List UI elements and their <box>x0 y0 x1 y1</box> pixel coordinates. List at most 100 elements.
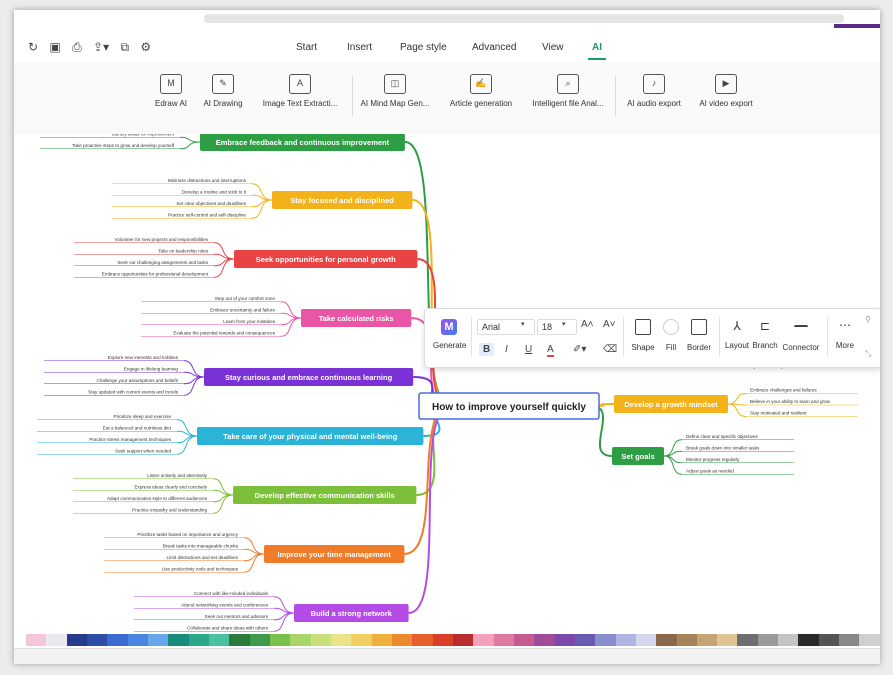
subtopic-label: Listen actively and attentively <box>147 473 207 478</box>
font-color-button[interactable]: A <box>547 344 554 357</box>
edraw-ai-button[interactable]: M Edraw AI <box>151 74 191 108</box>
pin-icon[interactable]: ⚲ <box>865 315 871 324</box>
ai-drawing-button[interactable]: ✎ AI Drawing <box>200 74 246 108</box>
underline-button[interactable]: U <box>525 344 532 355</box>
title-bar <box>14 10 880 36</box>
highlight-icon[interactable]: ✐▾ <box>573 344 586 355</box>
mind-map-canvas[interactable]: Embrace feedback and continuous improvem… <box>14 134 880 640</box>
tab-start[interactable]: Start <box>296 42 317 53</box>
ai-audio-export-button[interactable]: ♪ AI audio export <box>623 74 685 108</box>
color-swatch[interactable] <box>554 634 575 646</box>
subtopic-label: Seek out challenging assignments and tas… <box>117 260 208 265</box>
color-swatch[interactable] <box>351 634 372 646</box>
color-swatch[interactable] <box>493 634 514 646</box>
tab-advanced[interactable]: Advanced <box>472 42 516 53</box>
file-analysis-icon: ⌕ <box>557 74 579 94</box>
subtopic-label: Monitor progress regularly <box>686 457 740 462</box>
tab-insert[interactable]: Insert <box>347 42 372 53</box>
subtopic-label: Identify areas for improvement <box>112 134 175 136</box>
branch-topic-label: Stay focused and disciplined <box>291 196 395 205</box>
font-dropdown-icon[interactable]: ▾ <box>521 320 525 328</box>
color-swatch[interactable] <box>26 634 47 646</box>
color-swatch[interactable] <box>229 634 250 646</box>
color-swatch[interactable] <box>778 634 799 646</box>
color-swatch[interactable] <box>371 634 392 646</box>
export-icon[interactable]: ⇪▾ <box>93 40 109 54</box>
color-swatch[interactable] <box>107 634 128 646</box>
color-swatch[interactable] <box>127 634 148 646</box>
color-swatch[interactable] <box>249 634 270 646</box>
print-icon[interactable]: ⎙ <box>72 40 82 55</box>
color-swatch[interactable] <box>290 634 311 646</box>
branch-button[interactable]: ⊏ Branch <box>747 319 783 350</box>
color-swatch[interactable] <box>147 634 169 646</box>
color-swatch[interactable] <box>595 634 616 646</box>
bold-button[interactable]: B <box>479 343 495 356</box>
subtopic-label: Eat a balanced and nutritious diet <box>103 425 172 430</box>
color-swatch[interactable] <box>330 634 352 646</box>
color-swatch[interactable] <box>188 634 209 646</box>
font-size-select[interactable]: 18 <box>537 319 577 335</box>
format-painter-icon[interactable]: ⌫ <box>603 344 617 355</box>
ai-video-export-button[interactable]: ▶ AI video export <box>695 74 757 108</box>
subtopic-label: Express ideas clearly and concisely <box>134 484 207 489</box>
more-button[interactable]: ⋯ More <box>827 319 863 350</box>
color-swatch[interactable] <box>574 634 596 646</box>
color-swatch[interactable] <box>473 634 494 646</box>
color-swatch[interactable] <box>676 634 697 646</box>
branch-topic-label: Develop a growth mindset <box>624 400 718 409</box>
color-swatch[interactable] <box>818 634 840 646</box>
size-dropdown-icon[interactable]: ▾ <box>562 320 566 328</box>
tab-page-style[interactable]: Page style <box>400 42 447 53</box>
color-swatch[interactable] <box>656 634 677 646</box>
grow-font-button[interactable]: A˄ <box>581 319 594 330</box>
color-palette[interactable] <box>26 634 880 646</box>
color-swatch[interactable] <box>798 634 819 646</box>
color-swatch[interactable] <box>208 634 230 646</box>
subtopic-label: Practice self-control and self-disciplin… <box>168 212 247 217</box>
file-analysis-button[interactable]: ⌕ Intelligent file Anal... <box>528 74 608 108</box>
subtopic-connector <box>179 136 201 143</box>
settings-icon[interactable]: ⚙ <box>140 40 151 54</box>
italic-button[interactable]: I <box>505 344 508 355</box>
save-icon[interactable]: ▣ <box>49 40 60 54</box>
color-swatch[interactable] <box>757 634 779 646</box>
color-swatch[interactable] <box>391 634 413 646</box>
color-swatch[interactable] <box>717 634 738 646</box>
color-swatch[interactable] <box>452 634 474 646</box>
tab-view[interactable]: View <box>542 42 564 53</box>
image-text-extraction-button[interactable]: A Image Text Extracti... <box>260 74 340 108</box>
font-family-select[interactable]: Arial <box>477 319 535 335</box>
color-swatch[interactable] <box>66 634 87 646</box>
color-swatch[interactable] <box>432 634 453 646</box>
color-swatch[interactable] <box>737 634 758 646</box>
article-generation-button[interactable]: ✍ Article generation <box>446 74 516 108</box>
color-swatch[interactable] <box>310 634 331 646</box>
color-swatch[interactable] <box>696 634 718 646</box>
generate-label: Generate <box>433 341 467 350</box>
expand-icon[interactable]: ⤡ <box>865 349 871 359</box>
share-icon[interactable]: ⧉ <box>120 40 129 55</box>
color-swatch[interactable] <box>534 634 555 646</box>
video-export-label: AI video export <box>699 99 753 108</box>
color-swatch[interactable] <box>513 634 535 646</box>
border-button[interactable]: Border <box>681 319 717 352</box>
tab-ai[interactable]: AI <box>588 42 606 60</box>
color-swatch[interactable] <box>168 634 189 646</box>
connector-button[interactable]: Connector <box>781 319 821 352</box>
redo-icon[interactable]: ↻ <box>28 40 38 54</box>
color-swatch[interactable] <box>839 634 860 646</box>
color-swatch[interactable] <box>635 634 657 646</box>
color-swatch[interactable] <box>269 634 291 646</box>
color-swatch[interactable] <box>412 634 433 646</box>
generate-button[interactable]: M Generate <box>433 319 467 350</box>
color-swatch[interactable] <box>86 634 108 646</box>
mind-map[interactable]: Embrace feedback and continuous improvem… <box>14 134 880 640</box>
color-swatch[interactable] <box>859 634 880 646</box>
shrink-font-button[interactable]: A˅ <box>603 319 616 330</box>
branch-topic-label: Take care of your physical and mental we… <box>223 432 397 441</box>
subtopic-connector <box>183 376 205 385</box>
color-swatch[interactable] <box>46 634 67 646</box>
color-swatch[interactable] <box>615 634 636 646</box>
ai-mind-map-button[interactable]: ◫ AI Mind Map Gen... <box>357 74 433 108</box>
